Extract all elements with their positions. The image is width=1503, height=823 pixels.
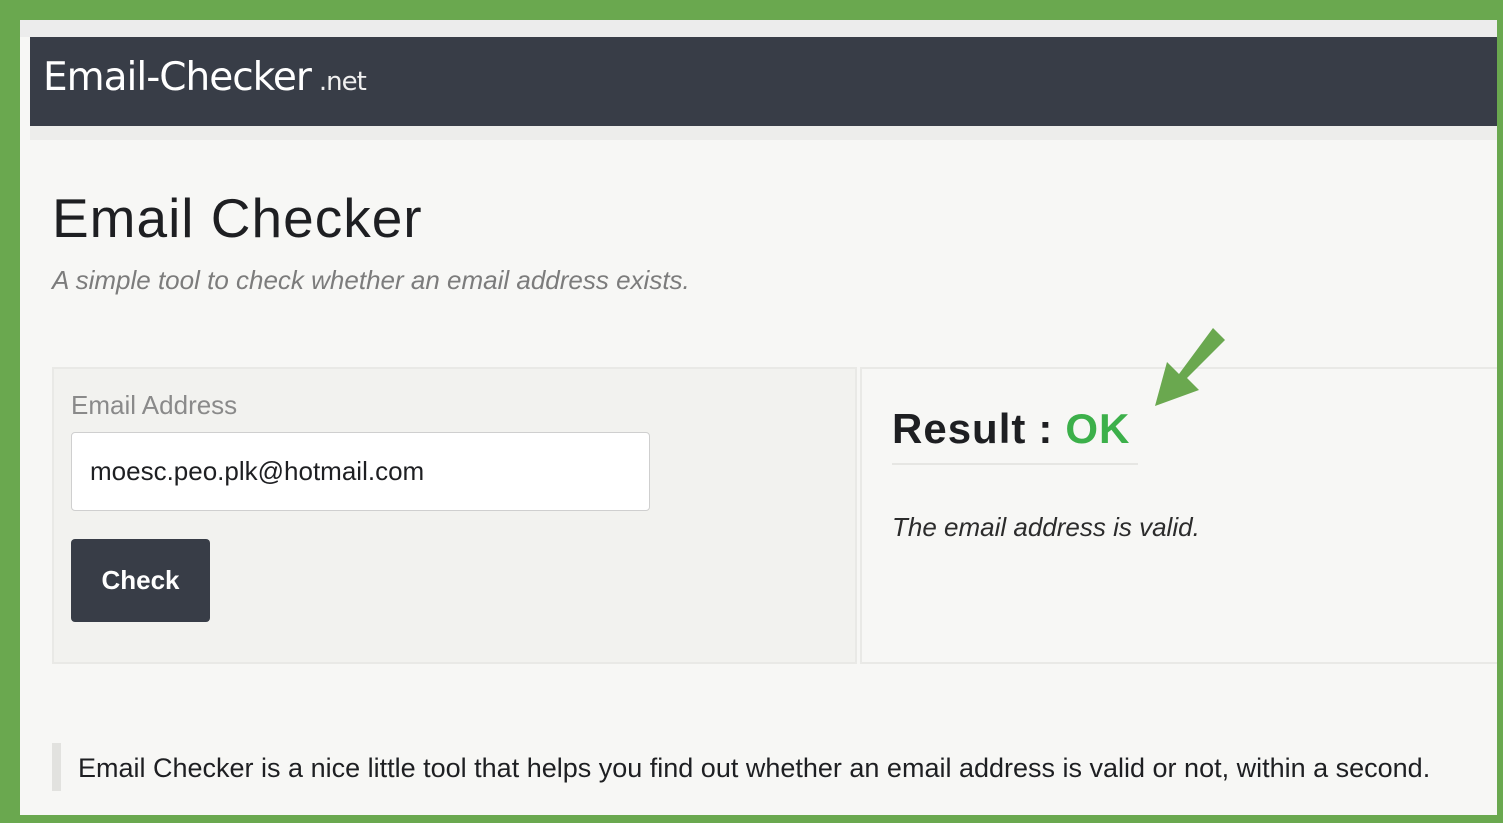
navbar-shadow xyxy=(30,126,1497,140)
result-status: OK xyxy=(1065,405,1131,452)
result-heading: Result: OK xyxy=(892,405,1130,453)
result-label: Result xyxy=(892,405,1027,452)
down-left-arrow-icon xyxy=(1155,328,1225,406)
email-form-panel: Email Address Check xyxy=(52,367,857,664)
page-title: Email Checker xyxy=(52,187,423,249)
description-text: Email Checker is a nice little tool that… xyxy=(78,753,1431,783)
top-strip xyxy=(20,20,1497,37)
check-button[interactable]: Check xyxy=(71,539,210,622)
navbar: Email-Checker .net xyxy=(30,37,1497,126)
page-subtitle: A simple tool to check whether an email … xyxy=(52,265,690,295)
description-quote-bar xyxy=(52,743,61,791)
email-address-label: Email Address xyxy=(71,390,238,420)
result-message: The email address is valid. xyxy=(892,512,1200,542)
browser-viewport: Email-Checker .net Email Checker A simple… xyxy=(20,20,1497,815)
result-panel: Result: OK The email address is valid. xyxy=(860,367,1497,664)
brand-logo[interactable]: Email-Checker .net xyxy=(43,55,367,100)
email-address-input[interactable] xyxy=(71,432,650,511)
brand-tld: .net xyxy=(318,67,367,97)
brand-name: Email-Checker xyxy=(43,55,312,100)
result-heading-divider xyxy=(892,463,1138,465)
screenshot-frame: Email-Checker .net Email Checker A simple… xyxy=(8,8,1497,815)
result-separator: : xyxy=(1038,405,1054,452)
